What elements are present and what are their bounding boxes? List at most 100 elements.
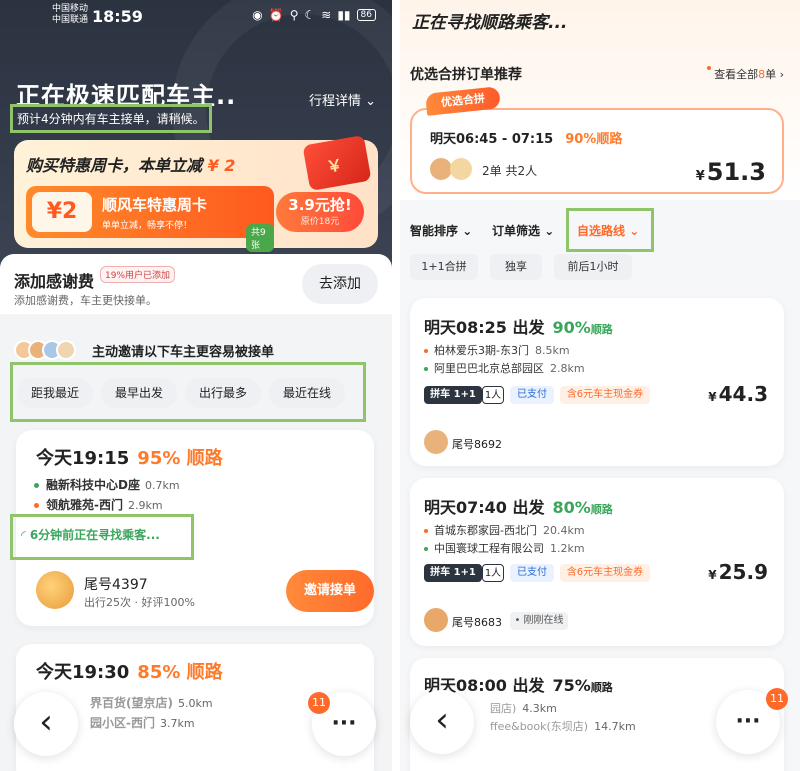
card-count-badge: 共9张 (246, 224, 274, 252)
order-match-label: 顺路 (590, 503, 613, 516)
location-icon: ⚲ (289, 8, 299, 22)
trip-detail-link[interactable]: 行程详情 ⌄ (309, 90, 376, 109)
promo-headline-amount: ¥ 2 (207, 156, 236, 175)
paid-badge: 已支付 (510, 386, 554, 404)
weekly-card-promo[interactable]: 购买特惠周卡，本单立减 ¥ 2 ¥2 顺风车特惠周卡 单单立减，畅享不停！ 共9… (14, 134, 378, 252)
trip-detail-label: 行程详情 (308, 94, 361, 109)
eye-icon: ◉ (252, 8, 263, 22)
departure-time: 今天19:30 85% 顺路 (36, 658, 223, 684)
order-match-pct: 90% (552, 318, 591, 337)
chevron-down-icon: ⌄ (625, 224, 640, 238)
seeking-text: ◜ 6分钟前正在寻找乘客... (21, 526, 160, 543)
order-match-pct: 80% (552, 498, 591, 517)
departure-time-value: 今天19:30 (36, 662, 130, 683)
custom-route-label: 自选路线 (577, 224, 626, 238)
estimate-text: 预计4分钟内有车主接单，请稍候。 (10, 104, 212, 133)
start-stop: 园店) 4.3km (490, 700, 557, 716)
notification-badge: 11 (308, 692, 330, 714)
invite-accept-button[interactable]: 邀请接单 (286, 570, 374, 612)
start-dot-icon (34, 483, 39, 488)
end-dot-icon (424, 547, 428, 551)
pool-order-card[interactable]: 明天06:45 - 07:15 90%顺路 2单 共2人 ¥51.3 (410, 108, 784, 194)
carrier-1: 中国移动 (52, 4, 89, 14)
right-screen: 正在寻找顺路乘客... 优选合拼订单推荐 查看全部8单 › 明天06:45 - … (400, 0, 800, 771)
passenger-count-badge: 1人 (482, 564, 504, 582)
carrier-2: 中国联通 (52, 15, 89, 25)
filter-most-trips[interactable]: 出行最多 (185, 378, 261, 408)
view-all-unit: 单 (765, 68, 777, 81)
pool-info: 2单 共2人 (482, 164, 538, 178)
left-screen: 中国移动 中国联通 18:59 ◉ ⏰ ⚲ ☾ ≋ ▮▮ 86 正在极速匹配车主… (0, 0, 392, 771)
online-status-badge: • 刚刚在线 (510, 612, 568, 630)
start-dot-icon (424, 529, 428, 533)
order-filter-label: 订单筛选 (492, 224, 541, 238)
back-button[interactable]: ‹ (410, 690, 474, 754)
currency-symbol: ¥ (708, 390, 717, 404)
departure-time: 今天19:15 95% 顺路 (36, 444, 223, 470)
notification-badge: 11 (766, 688, 788, 710)
filter-recent-online[interactable]: 最近在线 (269, 378, 345, 408)
end-stop-name: 领航雅苑-西门 (46, 498, 123, 512)
end-stop-name: 阿里巴巴北京总部园区 (434, 362, 544, 375)
order-time-value: 明天08:25 出发 (424, 318, 545, 337)
sort-smart-label: 智能排序 (410, 224, 459, 238)
order-price-value: 44.3 (718, 382, 768, 406)
view-all-link[interactable]: 查看全部8单 › (707, 66, 784, 82)
order-time: 明天07:40 出发 80%顺路 (424, 494, 613, 518)
driver-stats: 出行25次 · 好评100% (84, 596, 195, 609)
buy-card-button[interactable]: 3.9元抢! 原价18元 (276, 192, 364, 232)
section-title: 优选合拼订单推荐 (410, 67, 522, 83)
start-stop: 融新科技中心D座 0.7km (34, 476, 180, 493)
status-clock: 18:59 (92, 7, 143, 26)
dot-icon (707, 66, 712, 70)
weekly-card: ¥2 顺风车特惠周卡 单单立减，畅享不停！ 共9张 (26, 186, 274, 252)
avatar (450, 158, 472, 180)
passenger-name: 尾号8692 (452, 438, 502, 451)
chevron-down-icon: ⌄ (458, 224, 473, 238)
order-filter[interactable]: 订单筛选 ⌄ (492, 222, 554, 239)
add-thanks-button[interactable]: 去添加 (302, 264, 378, 304)
start-stop-dist: 0.7km (144, 479, 180, 492)
start-stop: 界百货(望京店) 5.0km (90, 694, 213, 711)
sort-smart[interactable]: 智能排序 ⌄ (410, 222, 472, 239)
end-stop-dist: 2.9km (127, 499, 163, 512)
invite-text: 主动邀请以下车主更容易被接单 (92, 344, 275, 360)
order-card[interactable]: 明天08:25 出发 90%顺路 柏林爱乐3期-东3门 8.5km 阿里巴巴北京总部… (410, 298, 784, 466)
chevron-right-icon: › (776, 68, 784, 81)
order-match: 75%顺路 (553, 676, 613, 695)
order-match: 80%顺路 (553, 498, 613, 517)
filter-nearest[interactable]: 距我最近 (17, 378, 93, 408)
promo-headline: 购买特惠周卡，本单立减 ¥ 2 (26, 152, 235, 176)
filter-earliest[interactable]: 最早出发 (101, 378, 177, 408)
start-stop-dist: 4.3km (522, 702, 557, 715)
paid-badge: 已支付 (510, 564, 554, 582)
end-stop: 中国寰球工程有限公司 1.2km (424, 540, 585, 556)
end-dot-icon (34, 503, 39, 508)
pool-price: ¥51.3 (696, 158, 766, 186)
custom-route[interactable]: 自选路线 ⌄ (577, 222, 639, 239)
seeking-status: ◜ 6分钟前正在寻找乘客... (10, 514, 194, 560)
custom-route-box[interactable]: 自选路线 ⌄ (566, 208, 654, 252)
order-match: 90%顺路 (553, 318, 613, 337)
end-stop: 园小区-西门 3.7km (90, 714, 195, 731)
passenger-count-badge: 1人 (482, 386, 504, 404)
original-price: 原价18元 (300, 217, 340, 227)
order-card[interactable]: 明天07:40 出发 80%顺路 首城东郡家园-西北门 20.4km 中国寰球工程有… (410, 478, 784, 646)
end-stop-name: 中国寰球工程有限公司 (434, 542, 544, 555)
tag-time-window[interactable]: 前后1小时 (554, 254, 632, 280)
tag-carpool[interactable]: 1+1合拼 (410, 254, 478, 280)
back-button[interactable]: ‹ (14, 692, 78, 756)
start-stop-name: 首城东郡家园-西北门 (434, 524, 537, 537)
end-stop: 领航雅苑-西门 2.9km (34, 496, 163, 513)
driver-name: 尾号4397 (84, 577, 148, 593)
coupon-badge: 含6元车主现金券 (560, 386, 650, 404)
carrier-info: 中国移动 中国联通 (52, 4, 88, 26)
tag-exclusive[interactable]: 独享 (490, 254, 542, 280)
order-match-label: 顺路 (590, 681, 613, 694)
page-title: 正在寻找顺路乘客... (412, 13, 568, 33)
signal-icon: ▮▮ (337, 8, 351, 22)
end-stop-dist: 1.2km (550, 542, 585, 555)
moon-icon: ☾ (304, 8, 316, 22)
buy-price: 3.9元抢! (288, 196, 352, 214)
carpool-type-badge: 拼车 1+1 (424, 386, 482, 404)
